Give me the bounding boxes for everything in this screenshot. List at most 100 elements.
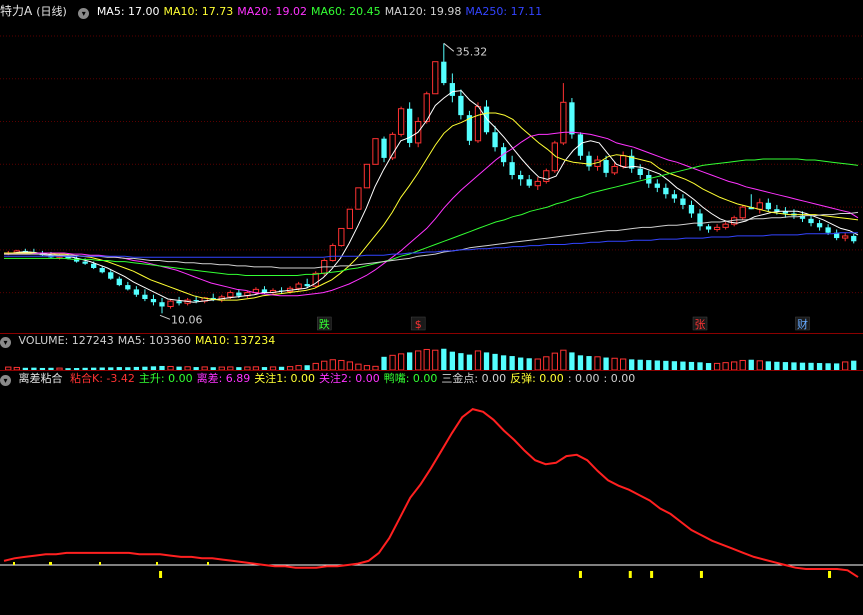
- indicator-value-list: 粘合K: -3.42 主升: 0.00 离差: 6.89 关注1: 0.00 关注2: …: [70, 372, 639, 385]
- candle-body: [518, 175, 524, 180]
- volume-bar: [577, 355, 584, 370]
- volume-bar: [808, 362, 814, 370]
- indicator-value-label: 关注2: 0.00: [319, 372, 380, 385]
- indicator-signal-mark: [650, 570, 654, 578]
- indicator-title: 离差粘合: [18, 372, 63, 385]
- indicator-value-label: 鸭嘴: 0.00: [383, 372, 438, 385]
- volume-bar: [834, 363, 840, 370]
- candle-body: [346, 208, 354, 229]
- low-price-label: 10.06: [171, 313, 203, 326]
- baseline-tick: [99, 561, 101, 565]
- indicator-value-label: 主升: 0.00: [138, 372, 193, 385]
- volume-bar: [722, 362, 729, 370]
- volume-bar: [774, 361, 780, 370]
- indicator-panel-header: ▾ 离差粘合 粘合K: -3.42 主升: 0.00 离差: 6.89 关注1: 0.…: [0, 371, 863, 387]
- candle-body: [654, 183, 660, 188]
- indicator-chart[interactable]: [0, 387, 863, 615]
- high-pointer: [443, 42, 455, 52]
- candle-body: [739, 206, 746, 219]
- event-marker: 张: [695, 318, 706, 331]
- volume-bar: [551, 352, 558, 370]
- chevron-down-icon[interactable]: ▾: [0, 375, 11, 386]
- chevron-down-icon[interactable]: ▾: [0, 337, 11, 348]
- volume-bar: [713, 362, 721, 370]
- volume-bar: [671, 361, 678, 370]
- volume-bar: [594, 356, 601, 370]
- volume-bar: [731, 361, 738, 370]
- candle-body: [159, 302, 165, 307]
- candle-body: [193, 300, 199, 302]
- volume-bar: [466, 354, 473, 370]
- candle-body: [458, 95, 464, 116]
- indicator-value-label: 三金点: 0.00: [441, 372, 507, 385]
- event-marker: 跌: [319, 317, 330, 331]
- candle-body: [534, 180, 541, 187]
- volume-bar: [654, 360, 660, 370]
- candle-body: [697, 213, 703, 227]
- event-marker: $: [415, 318, 422, 331]
- indicator-signal-mark: [578, 570, 582, 578]
- baseline-tick: [156, 561, 158, 565]
- volume-bar: [637, 359, 643, 370]
- candle-body: [851, 235, 857, 242]
- ma-line-ma20: [4, 131, 859, 297]
- volume-bar: [397, 353, 405, 370]
- candle-body: [329, 245, 336, 262]
- volume-bar: [483, 352, 490, 370]
- candle-body: [432, 61, 439, 95]
- candle-body: [133, 289, 140, 295]
- candle-body: [671, 194, 678, 199]
- candlestick-chart[interactable]: 35.32 10.06 跌 $ 张 财: [0, 0, 863, 335]
- indicator-signal-mark: [628, 570, 632, 578]
- volume-bar: [560, 349, 567, 370]
- indicator-value-label: 关注1: 0.00: [254, 372, 315, 385]
- volume-bar: [329, 359, 336, 370]
- volume-bar: [825, 363, 831, 370]
- volume-bar: [765, 361, 771, 370]
- indicator-line: [3, 408, 859, 578]
- candle-body: [176, 301, 182, 304]
- candle-body: [363, 163, 371, 189]
- indicator-value-label: : 0.00: [567, 372, 600, 385]
- volume-bar: [791, 362, 797, 370]
- volume-bar: [338, 359, 345, 370]
- baseline-tick: [50, 561, 52, 565]
- candle-body: [142, 294, 148, 299]
- candle-body: [99, 268, 105, 273]
- candle-body: [236, 292, 242, 296]
- ma-line-ma10: [4, 112, 859, 301]
- volume-bar: [346, 361, 354, 370]
- candle-body: [603, 160, 609, 173]
- volume-bar: [663, 360, 669, 370]
- candle-body: [397, 108, 405, 135]
- volume-bar: [312, 362, 319, 370]
- candle-body: [543, 170, 550, 182]
- volume-bar: [449, 351, 455, 370]
- volume-value-label: VOLUME: 127243: [18, 334, 114, 347]
- candle-body: [167, 300, 174, 307]
- candle-body: [637, 168, 643, 175]
- volume-bar: [782, 362, 789, 370]
- candle-body: [569, 102, 575, 135]
- candle-body: [688, 204, 695, 214]
- volume-bar: [688, 361, 695, 370]
- volume-bar: [569, 352, 575, 370]
- candle-body: [295, 283, 302, 289]
- volume-panel-header: ▾ VOLUME: 127243 MA5: 103360 MA10: 137234: [0, 333, 863, 349]
- volume-bar: [407, 352, 413, 370]
- volume-bar: [500, 355, 507, 370]
- volume-bar: [756, 360, 763, 370]
- candle-body: [663, 187, 669, 195]
- volume-chart[interactable]: [0, 348, 863, 370]
- volume-bar: [748, 359, 754, 370]
- candle-body: [125, 285, 131, 290]
- candle-body: [586, 155, 592, 167]
- candle-body: [441, 61, 447, 84]
- volume-bar: [526, 358, 532, 370]
- volume-bar: [321, 360, 328, 370]
- candle-body: [705, 226, 712, 230]
- candle-body: [372, 138, 379, 165]
- volume-bar: [474, 350, 482, 370]
- volume-bar: [586, 356, 592, 370]
- volume-bar: [697, 362, 703, 370]
